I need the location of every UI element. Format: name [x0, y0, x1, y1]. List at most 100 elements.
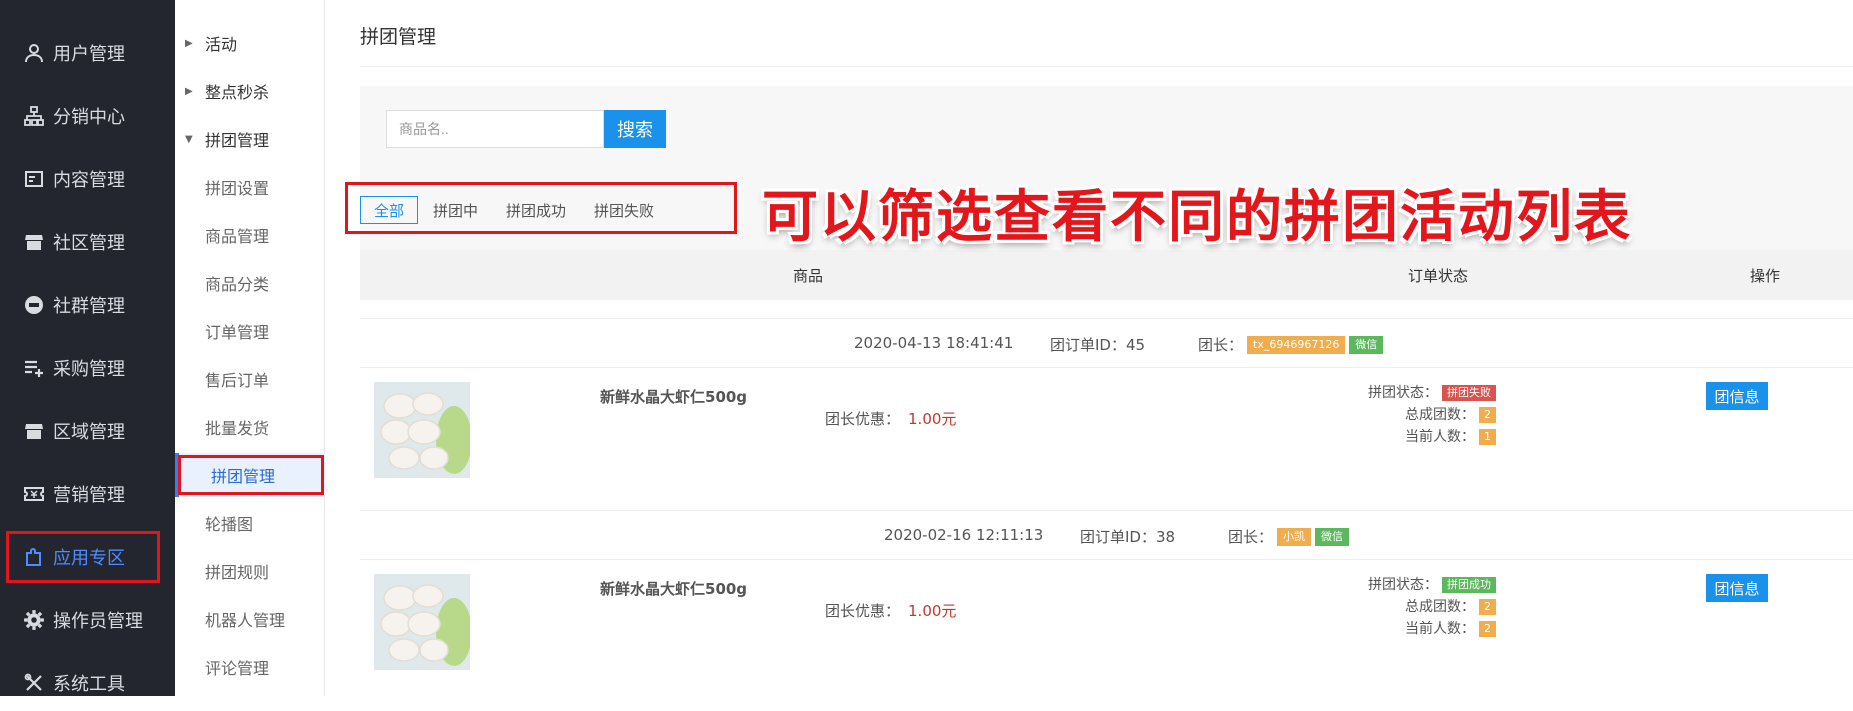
discount-value: 1.00元	[908, 410, 957, 428]
table-row: 新鲜水晶大虾仁500g 团长优惠： 1.00元 拼团状态： 拼团成功 总成团数： 2 …	[360, 560, 1853, 700]
document-icon	[23, 168, 45, 190]
sub-item-after-sale[interactable]: 售后订单	[175, 357, 325, 401]
current-badge: 1	[1479, 429, 1496, 445]
table-header: 商品 订单状态 操作	[360, 250, 1853, 300]
status-badge: 拼团成功	[1442, 577, 1496, 593]
nav-label: 系统工具	[53, 674, 125, 695]
order-id-label: 团订单ID：	[1080, 528, 1156, 546]
list-add-icon	[23, 357, 45, 379]
store-icon	[23, 420, 45, 442]
group-time: 2020-04-13 18:41:41	[854, 334, 1014, 352]
group-leader: 团长： tx_6946967126 微信	[1198, 334, 1384, 355]
discount-value: 1.00元	[908, 602, 957, 620]
annotation-text: 可以筛选查看不同的拼团活动列表	[762, 185, 1632, 250]
nav-item-tools[interactable]: 系统工具	[0, 655, 175, 711]
nav-label: 用户管理	[53, 44, 125, 65]
nav-item-community[interactable]: 社区管理	[0, 214, 175, 270]
sub-label: 整点秒杀	[205, 83, 270, 102]
current-badge: 2	[1479, 621, 1496, 637]
group-header: 2020-02-16 12:11:13 团订单ID： 38 团长： 小凯 微信	[360, 510, 1853, 560]
sub-item-products[interactable]: 商品管理	[175, 213, 325, 257]
nav-label: 内容管理	[53, 170, 125, 191]
status-block: 拼团状态： 拼团成功 总成团数： 2 当前人数： 2	[1368, 574, 1496, 640]
nav-label: 社区管理	[53, 233, 125, 254]
status-label: 拼团状态：	[1368, 385, 1438, 401]
sub-label: 拼团设置	[205, 179, 270, 198]
nav-label: 操作员管理	[53, 611, 143, 632]
hierarchy-icon	[23, 105, 45, 127]
wechat-badge: 微信	[1349, 335, 1384, 354]
order-id-value: 45	[1125, 335, 1146, 354]
sub-item-flash-sale[interactable]: ▶ 整点秒杀	[175, 69, 325, 113]
nav-label: 区域管理	[53, 422, 125, 443]
sub-item-carousel[interactable]: 轮播图	[175, 501, 325, 545]
nav-item-purchase[interactable]: 采购管理	[0, 340, 175, 396]
product-name: 新鲜水晶大虾仁500g	[600, 580, 748, 598]
sub-label: 商品管理	[205, 227, 270, 246]
sub-item-group-settings[interactable]: 拼团设置	[175, 165, 325, 209]
leader-discount: 团长优惠： 1.00元	[825, 408, 956, 429]
nav-label: 分销中心	[53, 107, 125, 128]
main-content: 拼团管理 搜索 全部 拼团中 拼团成功 拼团失败 商品 订单状态 操作 2020…	[325, 0, 1853, 696]
caret-down-icon: ▼	[185, 133, 193, 145]
left-nav: 用户管理 分销中心 内容管理 社区管理 社群管理 采购管理 区域管理 营销管理 …	[0, 0, 175, 696]
order-id-value: 38	[1155, 527, 1176, 546]
nav-item-operator[interactable]: 操作员管理	[0, 592, 175, 648]
leader-name-badge: tx_6946967126	[1247, 335, 1346, 354]
product-thumbnail	[374, 574, 470, 670]
status-label: 拼团状态：	[1368, 577, 1438, 593]
leader-label: 团长：	[1198, 336, 1244, 354]
sub-label: 拼团管理	[205, 131, 270, 150]
group-info-button[interactable]: 团信息	[1706, 382, 1768, 410]
header-status: 订单状态	[1408, 267, 1469, 285]
total-badge: 2	[1479, 599, 1496, 615]
leader-name-badge: 小凯	[1277, 527, 1312, 546]
search-input[interactable]	[386, 110, 604, 148]
nav-item-distribution[interactable]: 分销中心	[0, 88, 175, 144]
sub-label: 拼团规则	[205, 563, 270, 582]
nav-item-user[interactable]: 用户管理	[0, 25, 175, 81]
sub-item-batch-ship[interactable]: 批量发货	[175, 405, 325, 449]
nav-label: 社群管理	[53, 296, 125, 317]
highlight-box-group-manage	[178, 455, 324, 495]
sub-item-comments[interactable]: 评论管理	[175, 645, 325, 689]
sub-item-orders[interactable]: 订单管理	[175, 309, 325, 353]
sub-label: 订单管理	[205, 323, 270, 342]
product-thumbnail	[374, 382, 470, 478]
total-label: 总成团数：	[1405, 407, 1475, 423]
sub-item-rules[interactable]: 拼团规则	[175, 549, 325, 593]
group-order-id: 团订单ID： 38	[1080, 526, 1175, 547]
nav-item-marketing[interactable]: 营销管理	[0, 466, 175, 522]
status-block: 拼团状态： 拼团失败 总成团数： 2 当前人数： 1	[1368, 382, 1496, 448]
total-label: 总成团数：	[1405, 599, 1475, 615]
highlight-box-tabs	[345, 182, 737, 234]
group-info-button[interactable]: 团信息	[1706, 574, 1768, 602]
page-title: 拼团管理	[360, 26, 437, 48]
product-name: 新鲜水晶大虾仁500g	[600, 388, 748, 406]
ticket-icon	[23, 483, 45, 505]
nav-item-group[interactable]: 社群管理	[0, 277, 175, 333]
sub-item-categories[interactable]: 商品分类	[175, 261, 325, 305]
group-time: 2020-02-16 12:11:13	[884, 526, 1044, 544]
sub-label: 活动	[205, 35, 238, 54]
group-leader: 团长： 小凯 微信	[1228, 526, 1350, 547]
caret-right-icon: ▶	[185, 85, 193, 97]
nav-item-content[interactable]: 内容管理	[0, 151, 175, 207]
sub-item-robots[interactable]: 机器人管理	[175, 597, 325, 641]
wechat-badge: 微信	[1315, 527, 1350, 546]
gear-icon	[23, 609, 45, 631]
nav-label: 营销管理	[53, 485, 125, 506]
caret-right-icon: ▶	[185, 37, 193, 49]
search-button[interactable]: 搜索	[604, 110, 666, 148]
current-label: 当前人数：	[1405, 429, 1475, 445]
header-action: 操作	[1750, 267, 1781, 285]
status-badge: 拼团失败	[1442, 385, 1496, 401]
discount-label: 团长优惠：	[825, 410, 901, 428]
divider	[360, 66, 1853, 67]
sub-label: 批量发货	[205, 419, 270, 438]
sub-item-activity[interactable]: ▶ 活动	[175, 21, 325, 65]
order-id-label: 团订单ID：	[1050, 336, 1126, 354]
nav-item-region[interactable]: 区域管理	[0, 403, 175, 459]
sub-item-group-buy[interactable]: ▼ 拼团管理	[175, 117, 325, 161]
highlight-box-apps	[6, 531, 160, 583]
